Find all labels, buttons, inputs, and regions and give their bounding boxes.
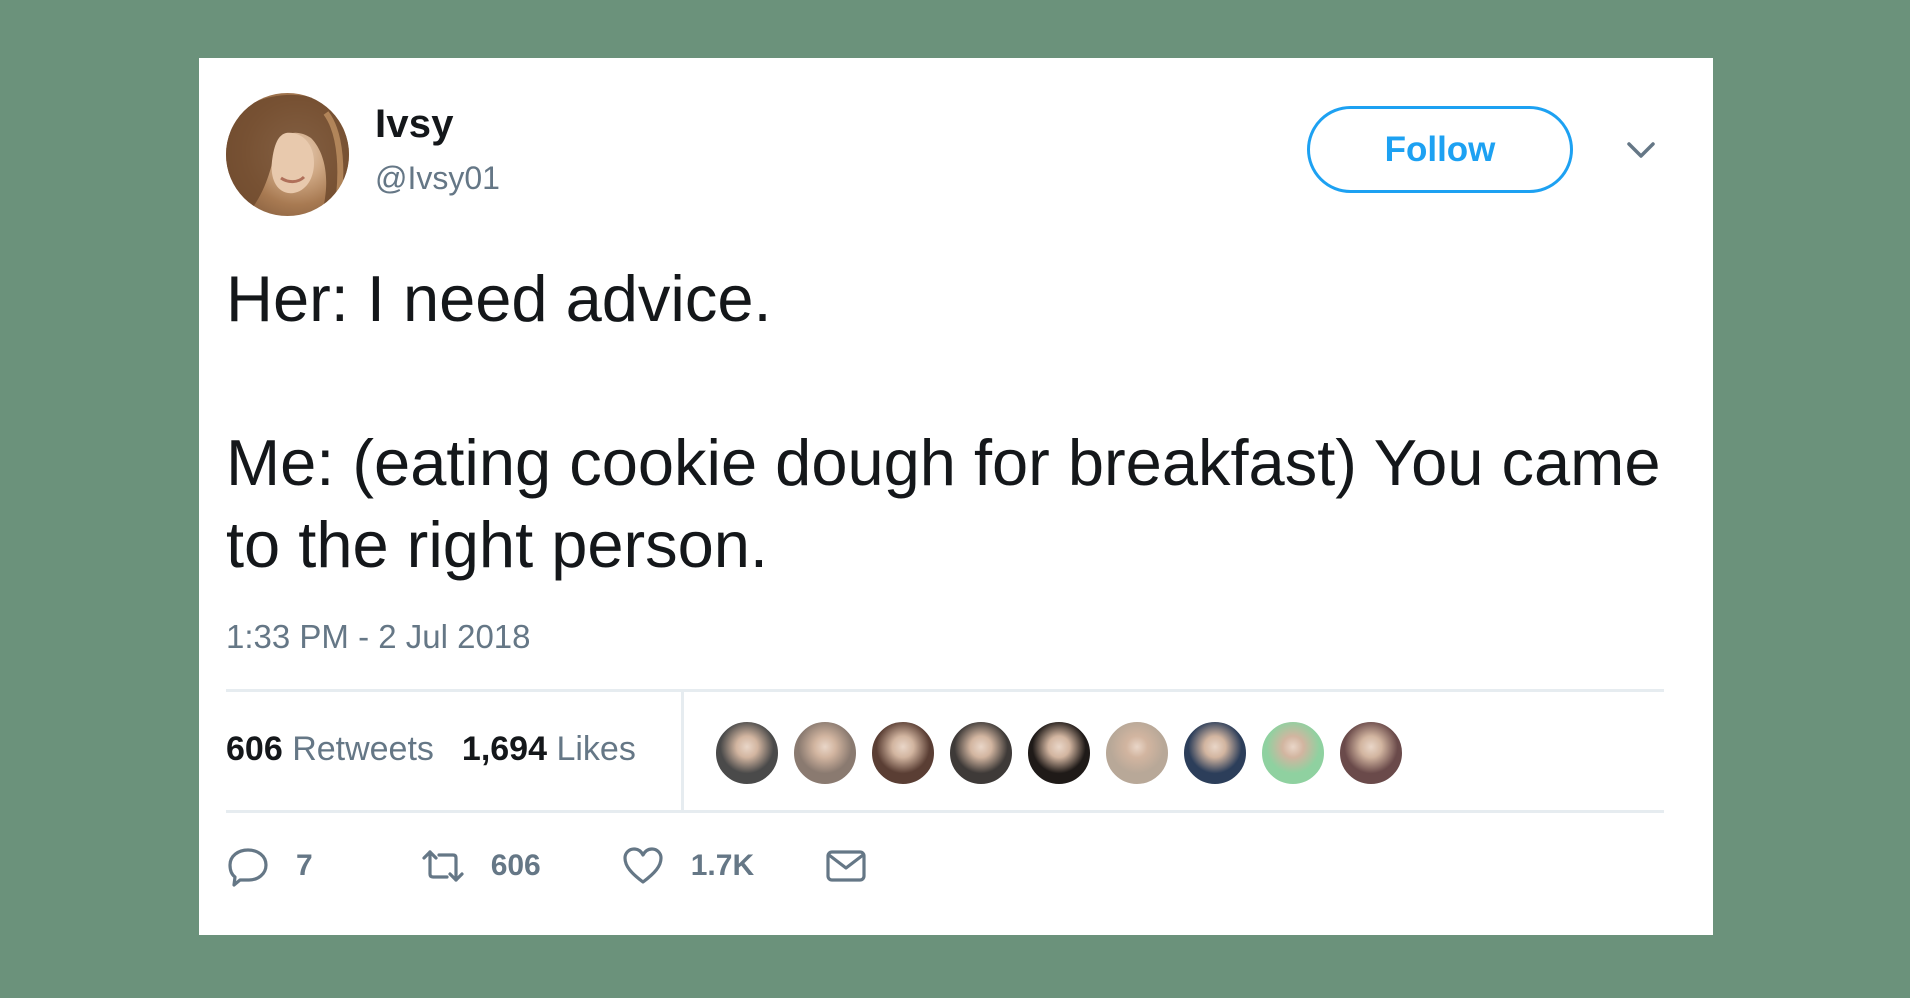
heart-icon: [623, 847, 663, 884]
stats-divider: [681, 692, 684, 810]
avatar-portrait: [226, 94, 349, 216]
liker-avatar-4[interactable]: [948, 720, 1014, 786]
liker-avatar-3[interactable]: [870, 720, 936, 786]
tweet-actions: 7 606 1.7K: [226, 836, 868, 896]
reply-button[interactable]: 7: [226, 844, 313, 888]
liker-avatar-1[interactable]: [714, 720, 780, 786]
retweet-count: 606: [490, 849, 541, 882]
tweet-text-line-1: Her: I need advice.: [226, 262, 772, 335]
display-name[interactable]: Ivsy: [375, 102, 454, 147]
like-count: 1.7K: [690, 849, 755, 882]
retweets-stat[interactable]: 606 Retweets: [226, 730, 434, 769]
retweet-icon: [422, 850, 464, 882]
user-avatar[interactable]: [226, 93, 349, 216]
likes-label: Likes: [556, 730, 636, 768]
likes-stat[interactable]: 1,694 Likes: [462, 730, 636, 769]
follow-button[interactable]: Follow: [1307, 106, 1573, 193]
retweet-button[interactable]: 606: [421, 844, 541, 888]
tweet-card: Ivsy @Ivsy01 Follow Her: I need advice. …: [199, 58, 1713, 935]
tweet-timestamp[interactable]: 1:33 PM - 2 Jul 2018: [226, 618, 531, 656]
direct-message-button[interactable]: [824, 844, 868, 888]
tweet-text-line-2: Me: (eating cookie dough for breakfast) …: [226, 426, 1661, 581]
retweets-count: 606: [226, 730, 283, 768]
liker-avatar-6[interactable]: [1104, 720, 1170, 786]
reply-icon: [228, 848, 268, 887]
divider: [226, 810, 1664, 813]
liker-avatar-8[interactable]: [1260, 720, 1326, 786]
tweet-stats: 606 Retweets 1,694 Likes: [226, 730, 636, 769]
likes-count: 1,694: [461, 730, 548, 768]
user-handle[interactable]: @Ivsy01: [375, 160, 500, 197]
reply-count: 7: [296, 849, 313, 882]
liker-avatar-2[interactable]: [792, 720, 858, 786]
liker-avatar-5[interactable]: [1026, 720, 1092, 786]
like-button[interactable]: 1.7K: [621, 844, 754, 888]
envelope-icon: [826, 850, 866, 882]
liker-avatar-7[interactable]: [1182, 720, 1248, 786]
tweet-text: Her: I need advice. Me: (eating cookie d…: [226, 258, 1686, 586]
retweets-label: Retweets: [292, 730, 434, 768]
liker-avatars: [714, 720, 1416, 786]
divider: [226, 689, 1664, 692]
liker-avatar-9[interactable]: [1338, 720, 1404, 786]
chevron-down-icon[interactable]: [1621, 130, 1661, 170]
